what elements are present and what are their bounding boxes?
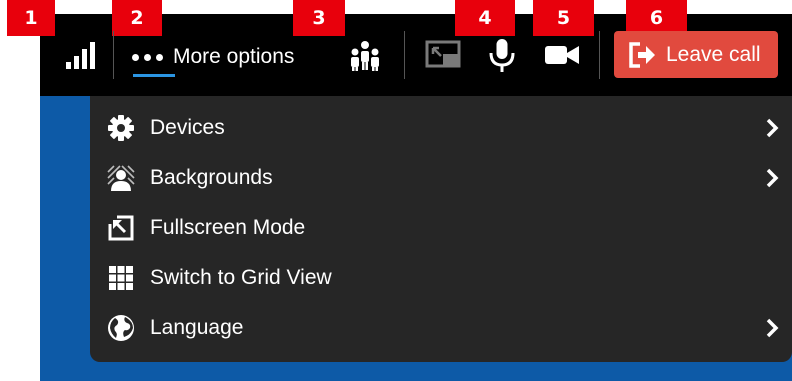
grid-icon [106, 263, 136, 293]
active-indicator [133, 74, 175, 77]
menu-item-backgrounds[interactable]: Backgrounds [90, 156, 792, 200]
camera-icon[interactable] [542, 40, 582, 70]
menu-item-grid-view[interactable]: Switch to Grid View [90, 256, 792, 300]
menu-item-label: Devices [150, 116, 225, 139]
leave-call-label: Leave call [666, 42, 761, 66]
background-icon [106, 163, 136, 193]
menu-item-label: Switch to Grid View [150, 266, 332, 289]
menu-item-label: Fullscreen Mode [150, 216, 306, 239]
screen-share-icon[interactable] [424, 37, 464, 73]
leave-icon [629, 41, 655, 68]
menu-item-label: Backgrounds [150, 166, 273, 189]
more-options-label: More options [173, 45, 295, 68]
menu-item-label: Language [150, 316, 244, 339]
menu-item-language[interactable]: Language [90, 306, 792, 350]
participants-icon[interactable] [346, 38, 384, 74]
menu-item-devices[interactable]: Devices [90, 106, 792, 150]
toolbar-divider [599, 31, 600, 79]
chevron-right-icon [766, 118, 779, 138]
callout-badge-4: 4 [455, 0, 515, 36]
callout-badge-3: 3 [293, 0, 345, 36]
menu-item-fullscreen[interactable]: Fullscreen Mode [90, 206, 792, 250]
chevron-right-icon [766, 318, 779, 338]
signal-strength-icon[interactable] [62, 38, 100, 72]
toolbar-divider [113, 31, 114, 79]
chevron-right-icon [766, 168, 779, 188]
more-options-menu: Devices Backgrounds Fullscreen Mode Swit… [90, 96, 792, 362]
microphone-icon[interactable] [486, 36, 518, 76]
gear-icon [106, 113, 136, 143]
toolbar-divider [404, 31, 405, 79]
callout-badge-2: 2 [112, 0, 162, 36]
callout-badge-5: 5 [533, 0, 594, 36]
more-dots-icon [132, 53, 163, 61]
callout-badge-1: 1 [7, 0, 55, 36]
fullscreen-icon [106, 213, 136, 243]
leave-call-button[interactable]: Leave call [614, 31, 778, 78]
globe-icon [106, 313, 136, 343]
